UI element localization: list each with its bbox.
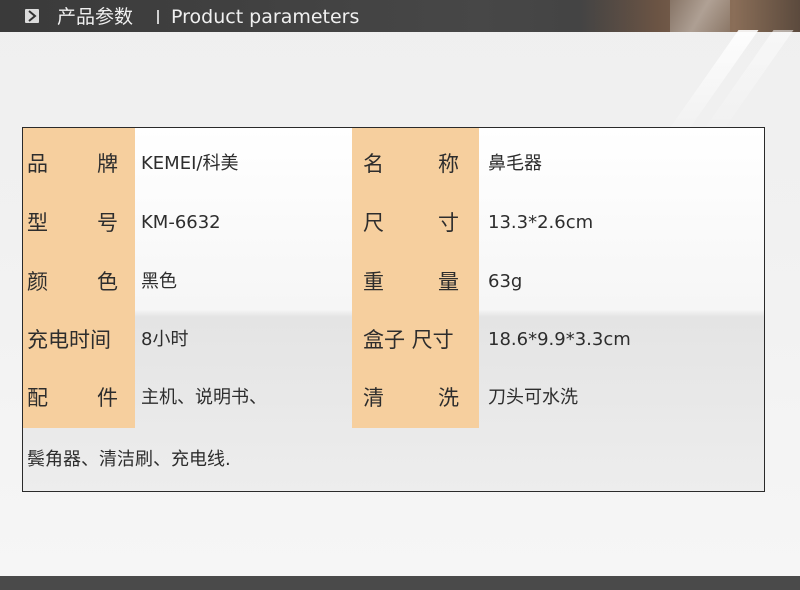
brand-mark-decoration [670, 0, 730, 32]
value-size: 13.3*2.6cm [488, 212, 594, 233]
value-color: 黑色 [141, 271, 177, 292]
value-model: KM-6632 [141, 212, 221, 233]
accessories-continued: 鬓角器、清洁刷、充电线. [27, 449, 231, 470]
value-weight: 63g [488, 271, 523, 292]
value-brand: KEMEI/科美 [141, 153, 239, 174]
chevron-right-icon [25, 9, 39, 23]
bottom-bar [0, 576, 800, 590]
label-brand: 品牌 [27, 152, 118, 176]
title-separator [157, 10, 159, 24]
label-charge-time: 充电时间 [27, 328, 111, 352]
label-accessories: 配件 [27, 386, 118, 410]
section-title-cn: 产品参数 [57, 6, 134, 28]
header-bar: 产品参数 Product parameters [0, 0, 800, 32]
value-name: 鼻毛器 [488, 153, 542, 174]
label-model: 型号 [27, 211, 118, 235]
label-box-size: 盒子 尺寸 [363, 328, 454, 352]
parameters-table: 品牌 KEMEI/科美 名称 鼻毛器 型号 KM-6632 尺寸 13.3*2.… [22, 127, 765, 492]
value-charge-time: 8小时 [141, 329, 189, 350]
value-cleaning: 刀头可水洗 [488, 387, 578, 408]
value-box-size: 18.6*9.9*3.3cm [488, 329, 631, 350]
label-cleaning: 清洗 [363, 386, 459, 410]
label-weight: 重量 [363, 270, 459, 294]
label-name: 名称 [363, 152, 459, 176]
section-title-en: Product parameters [171, 6, 360, 28]
label-color: 颜色 [27, 270, 118, 294]
value-accessories: 主机、说明书、 [141, 387, 267, 408]
label-size: 尺寸 [363, 211, 459, 235]
